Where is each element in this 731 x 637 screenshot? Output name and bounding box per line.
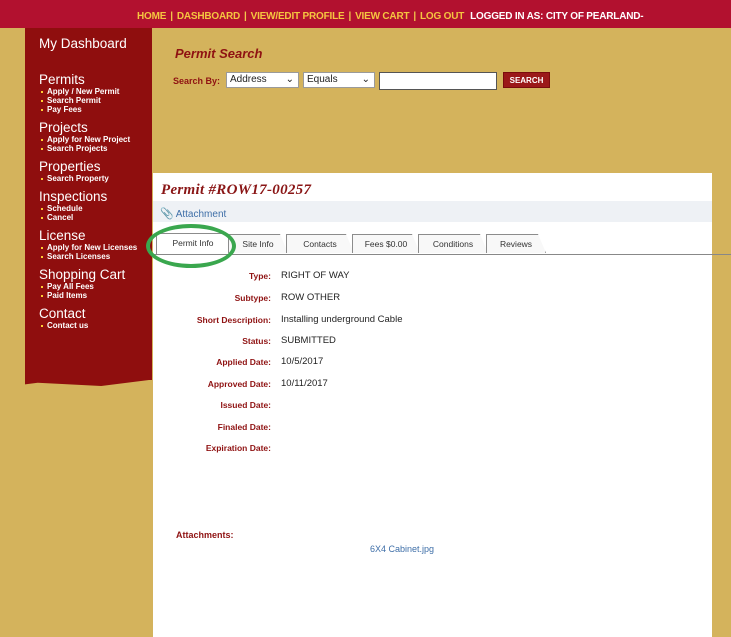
short-description-value: Installing underground Cable [281, 314, 403, 325]
sidebar: My Dashboard Permits Apply / New Permit … [25, 28, 152, 386]
sidebar-link-search-projects[interactable]: Search Projects [41, 144, 152, 153]
nav-logout-link[interactable]: LOG OUT [420, 11, 464, 22]
sidebar-heading-shopping-cart: Shopping Cart [39, 267, 126, 282]
sidebar-link-pay-all-fees[interactable]: Pay All Fees [41, 282, 152, 291]
sidebar-link-apply-new-project[interactable]: Apply for New Project [41, 135, 152, 144]
nav-cart-link[interactable]: VIEW CART [355, 11, 410, 22]
chevron-down-icon: ⌄ [361, 74, 370, 85]
status-label: Status: [242, 336, 271, 346]
sidebar-heading-inspections: Inspections [39, 189, 108, 204]
type-label: Type: [248, 271, 271, 281]
nav-separator: | [348, 11, 352, 22]
finaled-date-label: Finaled Date: [217, 422, 271, 432]
approved-date-value: 10/11/2017 [281, 378, 328, 389]
attachment-link[interactable]: 📎 Attachment [160, 207, 226, 220]
short-description-label: Short Description: [196, 315, 271, 325]
sidebar-link-apply-new-licenses[interactable]: Apply for New Licenses [41, 243, 152, 252]
sidebar-dashboard-link[interactable]: My Dashboard [39, 36, 152, 51]
tab-permit-info[interactable]: Permit Info [156, 233, 230, 254]
chevron-down-icon: ⌄ [285, 74, 294, 85]
search-by-label: Search By: [173, 76, 221, 86]
approved-date-label: Approved Date: [207, 379, 271, 389]
nav-dashboard-link[interactable]: DASHBOARD [177, 11, 240, 22]
attachment-file-link[interactable]: 6X4 Cabinet.jpg [370, 544, 434, 554]
sidebar-link-schedule[interactable]: Schedule [41, 204, 152, 213]
search-title: Permit Search [175, 46, 263, 61]
search-input[interactable] [379, 72, 497, 90]
tab-contacts[interactable]: Contacts [286, 234, 354, 253]
expiration-date-label: Expiration Date: [205, 443, 271, 453]
nav-separator: | [170, 11, 173, 22]
search-operator-select[interactable]: Equals ⌄ [303, 72, 375, 88]
sidebar-link-contact-us[interactable]: Contact us [41, 321, 152, 330]
sidebar-link-paid-items[interactable]: Paid Items [41, 291, 152, 300]
search-field-select[interactable]: Address ⌄ [226, 72, 299, 88]
sidebar-heading-license: License [39, 228, 86, 243]
permit-tabs: Permit Info Site Info Contacts Fees $0.0… [153, 232, 731, 255]
top-nav: HOME | DASHBOARD | VIEW/EDIT PROFILE | VIEW CA… [137, 11, 644, 22]
top-nav-bar: HOME | DASHBOARD | VIEW/EDIT PROFILE | VIEW CA… [0, 0, 731, 28]
search-operator-value: Equals [307, 74, 338, 85]
permit-search-panel: Permit Search Search By: Address ⌄ Equal… [153, 28, 712, 173]
sidebar-link-search-property[interactable]: Search Property [41, 174, 152, 183]
sidebar-heading-projects: Projects [39, 120, 88, 135]
nav-separator: | [413, 11, 416, 22]
nav-home-link[interactable]: HOME [137, 11, 166, 22]
sidebar-link-cancel[interactable]: Cancel [41, 213, 152, 222]
nav-separator: | [244, 11, 247, 22]
status-value: SUBMITTED [281, 335, 336, 346]
attachment-bar: 📎 Attachment [153, 201, 712, 222]
applied-date-value: 10/5/2017 [281, 356, 324, 367]
subtype-value: ROW OTHER [281, 292, 341, 303]
sidebar-link-apply-new-permit[interactable]: Apply / New Permit [41, 87, 152, 96]
right-gold-background [712, 28, 731, 637]
attachments-heading: Attachments: [176, 530, 234, 540]
tab-reviews[interactable]: Reviews [486, 234, 546, 253]
tab-conditions[interactable]: Conditions [418, 234, 488, 253]
sidebar-heading-contact: Contact [39, 306, 86, 321]
sidebar-heading-properties: Properties [39, 159, 101, 174]
issued-date-label: Issued Date: [220, 400, 271, 410]
search-button[interactable]: SEARCH [503, 72, 550, 88]
sidebar-heading-permits: Permits [39, 72, 85, 87]
subtype-label: Subtype: [234, 293, 271, 303]
search-field-value: Address [230, 74, 267, 85]
sidebar-link-search-permit[interactable]: Search Permit [41, 96, 152, 105]
applied-date-label: Applied Date: [216, 357, 271, 367]
permit-title: Permit #ROW17-00257 [161, 182, 312, 198]
tab-site-info[interactable]: Site Info [228, 234, 288, 253]
nav-profile-link[interactable]: VIEW/EDIT PROFILE [251, 11, 345, 22]
logged-in-as-text: LOGGED IN AS: CITY OF PEARLAND- [470, 11, 644, 22]
type-value: RIGHT OF WAY [281, 270, 350, 281]
paperclip-icon: 📎 [160, 208, 174, 220]
sidebar-link-search-licenses[interactable]: Search Licenses [41, 252, 152, 261]
sidebar-link-pay-fees[interactable]: Pay Fees [41, 105, 152, 114]
tab-fees[interactable]: Fees $0.00 [352, 234, 420, 253]
attachment-link-label: Attachment [175, 209, 227, 220]
